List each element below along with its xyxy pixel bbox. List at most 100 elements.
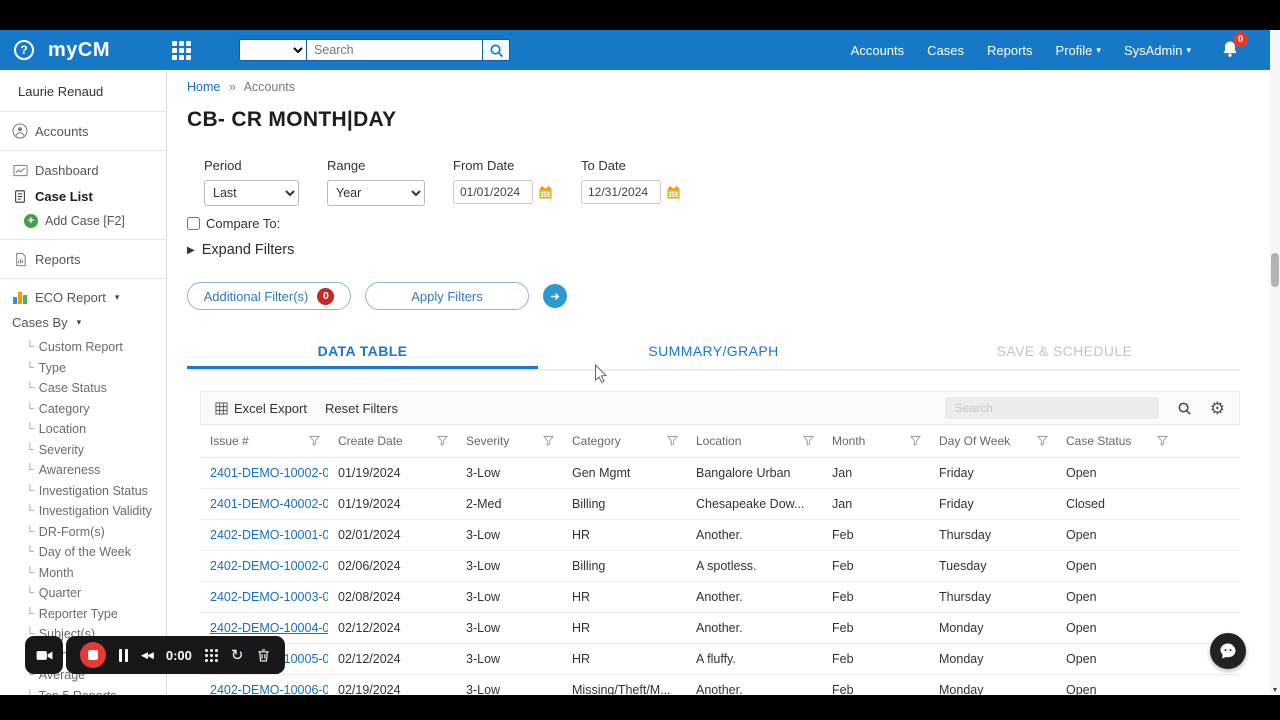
table-row[interactable]: 2401-DEMO-40002-01 01/19/2024 2-Med Bill… bbox=[200, 488, 1240, 520]
table-row[interactable]: 2402-DEMO-10006-01 02/19/2024 3-Low Miss… bbox=[200, 674, 1240, 695]
sidebar-tree-month[interactable]: └ Month bbox=[0, 563, 166, 584]
filter-funnel-icon[interactable] bbox=[542, 435, 555, 449]
apply-filters-button[interactable]: Apply Filters bbox=[365, 282, 529, 310]
sidebar-tree-type[interactable]: └ Type bbox=[0, 358, 166, 379]
scrollbar-thumb[interactable] bbox=[1271, 253, 1279, 287]
tab-save-schedule[interactable]: SAVE & SCHEDULE bbox=[889, 334, 1240, 369]
sidebar-item-eco-report[interactable]: ECO Report ▾ bbox=[0, 285, 166, 310]
column-header-create-date[interactable]: Create Date bbox=[328, 424, 456, 458]
range-select[interactable]: Year bbox=[327, 180, 425, 206]
nav-reports[interactable]: Reports bbox=[987, 43, 1033, 58]
cell-create-date: 02/06/2024 bbox=[328, 550, 456, 582]
grid-button[interactable] bbox=[204, 648, 218, 662]
column-header-severity[interactable]: Severity bbox=[456, 424, 562, 458]
go-button[interactable] bbox=[543, 284, 567, 308]
sidebar-tree-dr-forms[interactable]: └ DR-Form(s) bbox=[0, 522, 166, 543]
restart-button[interactable]: ↻ bbox=[231, 648, 244, 663]
column-header-issue[interactable]: Issue # bbox=[200, 424, 328, 458]
sidebar-tree-location[interactable]: └ Location bbox=[0, 419, 166, 440]
expand-filters-toggle[interactable]: ▶ Expand Filters bbox=[187, 242, 294, 258]
page-scrollbar[interactable]: ▼ bbox=[1270, 30, 1280, 695]
column-header-case-status[interactable]: Case Status bbox=[1056, 424, 1176, 458]
sidebar-item-reports[interactable]: Reports bbox=[0, 246, 166, 272]
rewind-button[interactable]: ◀◀ bbox=[141, 650, 154, 661]
apps-grid-icon[interactable] bbox=[172, 40, 192, 60]
column-header-day-of-week[interactable]: Day Of Week bbox=[929, 424, 1056, 458]
issue-link[interactable]: 2402-DEMO-10002-01 bbox=[210, 559, 328, 573]
delete-recording-button[interactable] bbox=[256, 648, 271, 663]
to-date-input[interactable] bbox=[581, 180, 661, 204]
sidebar-tree-severity[interactable]: └ Severity bbox=[0, 440, 166, 461]
cell-location: Bangalore Urban bbox=[686, 457, 822, 489]
sidebar-item-case-list[interactable]: Case List bbox=[0, 183, 166, 209]
sidebar-item-add-case[interactable]: + Add Case [F2] bbox=[0, 209, 166, 233]
table-row[interactable]: 2402-DEMO-10005-01 02/12/2024 3-Low HR A… bbox=[200, 643, 1240, 675]
tab-data-table[interactable]: DATA TABLE bbox=[187, 334, 538, 369]
settings-gear-icon[interactable]: ⚙ bbox=[1210, 400, 1225, 417]
nav-sysadmin[interactable]: SysAdmin ▾ bbox=[1124, 43, 1191, 58]
from-date-input[interactable] bbox=[453, 180, 533, 204]
tab-summary-graph[interactable]: SUMMARY/GRAPH bbox=[538, 334, 889, 369]
calendar-icon[interactable] bbox=[538, 185, 553, 200]
sidebar-item-dashboard[interactable]: Dashboard bbox=[0, 157, 166, 183]
issue-link[interactable]: 2401-DEMO-10002-01 bbox=[210, 466, 328, 480]
filter-funnel-icon[interactable] bbox=[802, 435, 815, 449]
sidebar-item-cases-by[interactable]: Cases By ▾ bbox=[0, 310, 166, 335]
notifications-bell-icon[interactable]: 0 bbox=[1220, 32, 1248, 61]
column-header-category[interactable]: Category bbox=[562, 424, 686, 458]
scrollbar-down-arrow-icon[interactable]: ▼ bbox=[1270, 687, 1280, 694]
issue-link[interactable]: 2402-DEMO-10004-01 bbox=[210, 621, 328, 635]
sidebar-item-accounts[interactable]: Accounts bbox=[0, 118, 166, 144]
chat-widget-button[interactable] bbox=[1210, 633, 1246, 669]
compare-checkbox-input[interactable] bbox=[187, 217, 200, 230]
table-search-icon[interactable] bbox=[1177, 401, 1192, 416]
search-scope-select[interactable] bbox=[239, 39, 308, 61]
compare-to-checkbox[interactable]: Compare To: bbox=[187, 216, 280, 231]
camera-button[interactable] bbox=[25, 636, 63, 674]
table-row[interactable]: 2402-DEMO-10004-01 02/12/2024 3-Low HR A… bbox=[200, 612, 1240, 644]
nav-accounts[interactable]: Accounts bbox=[851, 43, 904, 58]
sidebar-tree-case-status[interactable]: └ Case Status bbox=[0, 378, 166, 399]
excel-export-button[interactable]: Excel Export bbox=[215, 401, 307, 416]
table-row[interactable]: 2402-DEMO-10001-01 02/01/2024 3-Low HR A… bbox=[200, 519, 1240, 551]
additional-filters-button[interactable]: Additional Filter(s) 0 bbox=[187, 282, 351, 310]
nav-profile[interactable]: Profile ▾ bbox=[1056, 43, 1101, 58]
sidebar-tree-quarter[interactable]: └ Quarter bbox=[0, 583, 166, 604]
nav-cases[interactable]: Cases bbox=[927, 43, 964, 58]
cell-spacer bbox=[1176, 457, 1240, 489]
issue-link[interactable]: 2402-DEMO-10006-01 bbox=[210, 683, 328, 695]
filter-funnel-icon[interactable] bbox=[436, 435, 449, 449]
sidebar-tree-investigation-validity[interactable]: └ Investigation Validity bbox=[0, 501, 166, 522]
global-search-input[interactable] bbox=[307, 39, 484, 61]
pause-button[interactable] bbox=[119, 648, 128, 662]
column-header-month[interactable]: Month bbox=[822, 424, 929, 458]
reset-filters-button[interactable]: Reset Filters bbox=[325, 401, 398, 416]
filter-funnel-icon[interactable] bbox=[666, 435, 679, 449]
stop-record-button[interactable] bbox=[80, 642, 106, 668]
table-search-input[interactable] bbox=[944, 397, 1159, 419]
column-header-location[interactable]: Location bbox=[686, 424, 822, 458]
issue-link[interactable]: 2402-DEMO-10003-01 bbox=[210, 590, 328, 604]
sidebar-tree-category[interactable]: └ Category bbox=[0, 399, 166, 420]
table-row[interactable]: 2402-DEMO-10003-01 02/08/2024 3-Low HR A… bbox=[200, 581, 1240, 613]
issue-link[interactable]: 2401-DEMO-40002-01 bbox=[210, 497, 328, 511]
help-icon[interactable]: ? bbox=[14, 40, 34, 60]
sidebar-tree-custom-report[interactable]: └ Custom Report bbox=[0, 337, 166, 358]
period-select[interactable]: Last bbox=[204, 180, 299, 206]
filter-funnel-icon[interactable] bbox=[308, 435, 321, 449]
sidebar-tree-reporter-type[interactable]: └ Reporter Type bbox=[0, 604, 166, 625]
sidebar-tree-investigation-status[interactable]: └ Investigation Status bbox=[0, 481, 166, 502]
issue-link[interactable]: 2402-DEMO-10001-01 bbox=[210, 528, 328, 542]
filter-funnel-icon[interactable] bbox=[1036, 435, 1049, 449]
sidebar-tree-top-5-reports[interactable]: └Top 5 Reports bbox=[0, 686, 166, 695]
search-button[interactable] bbox=[483, 39, 511, 61]
filter-funnel-icon[interactable] bbox=[909, 435, 922, 449]
sidebar-tree-day-of-week[interactable]: └ Day of the Week bbox=[0, 542, 166, 563]
table-row[interactable]: 2402-DEMO-10002-01 02/06/2024 3-Low Bill… bbox=[200, 550, 1240, 582]
table-row[interactable]: 2401-DEMO-10002-01 01/19/2024 3-Low Gen … bbox=[200, 457, 1240, 489]
calendar-icon[interactable] bbox=[666, 185, 681, 200]
sidebar-tree-awareness[interactable]: └ Awareness bbox=[0, 460, 166, 481]
filter-funnel-icon[interactable] bbox=[1156, 435, 1169, 449]
breadcrumb-home-link[interactable]: Home bbox=[187, 80, 220, 94]
to-date-label: To Date bbox=[581, 158, 626, 173]
